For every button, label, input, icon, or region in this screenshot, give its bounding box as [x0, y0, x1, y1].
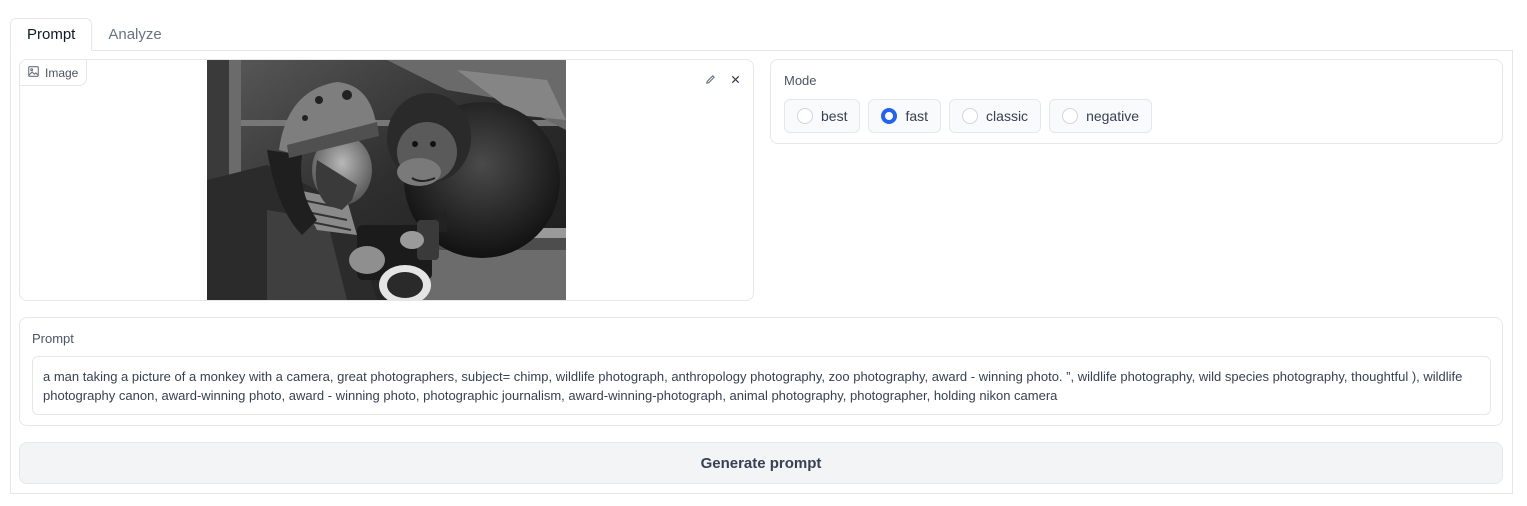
mode-radio-group: best fast classic negative — [784, 99, 1152, 133]
radio-classic[interactable]: classic — [949, 99, 1042, 133]
mode-label: Mode — [784, 73, 817, 88]
radio-label: best — [821, 108, 848, 124]
radio-label: classic — [986, 108, 1029, 124]
radio-label: fast — [905, 108, 929, 124]
mode-selector: Mode best fast classic negative — [770, 59, 1503, 144]
radio-fast[interactable]: fast — [868, 99, 942, 133]
radio-label: negative — [1086, 108, 1139, 124]
radio-circle-icon[interactable] — [962, 108, 979, 124]
tab-prompt[interactable]: Prompt — [10, 18, 93, 51]
tab-analyze[interactable]: Analyze — [92, 18, 177, 51]
radio-negative[interactable]: negative — [1049, 99, 1152, 133]
generate-prompt-button[interactable]: Generate prompt — [19, 442, 1503, 484]
tab-bar: Prompt Analyze — [10, 18, 178, 51]
radio-circle-icon[interactable] — [1062, 108, 1079, 124]
prompt-textarea[interactable]: a man taking a picture of a monkey with … — [32, 356, 1491, 415]
prompt-output-block: Prompt a man taking a picture of a monke… — [19, 317, 1503, 426]
radio-circle-checked-icon[interactable] — [881, 108, 898, 124]
image-label: Image — [20, 60, 88, 86]
image-upload-area[interactable]: Image — [19, 59, 754, 301]
close-icon[interactable] — [724, 68, 746, 90]
radio-best[interactable]: best — [784, 99, 861, 133]
image-icon — [28, 65, 39, 80]
edit-icon[interactable] — [699, 68, 721, 90]
prompt-label: Prompt — [32, 331, 74, 346]
radio-circle-icon[interactable] — [797, 108, 813, 124]
image-label-text: Image — [45, 65, 79, 80]
uploaded-photo — [207, 60, 566, 300]
